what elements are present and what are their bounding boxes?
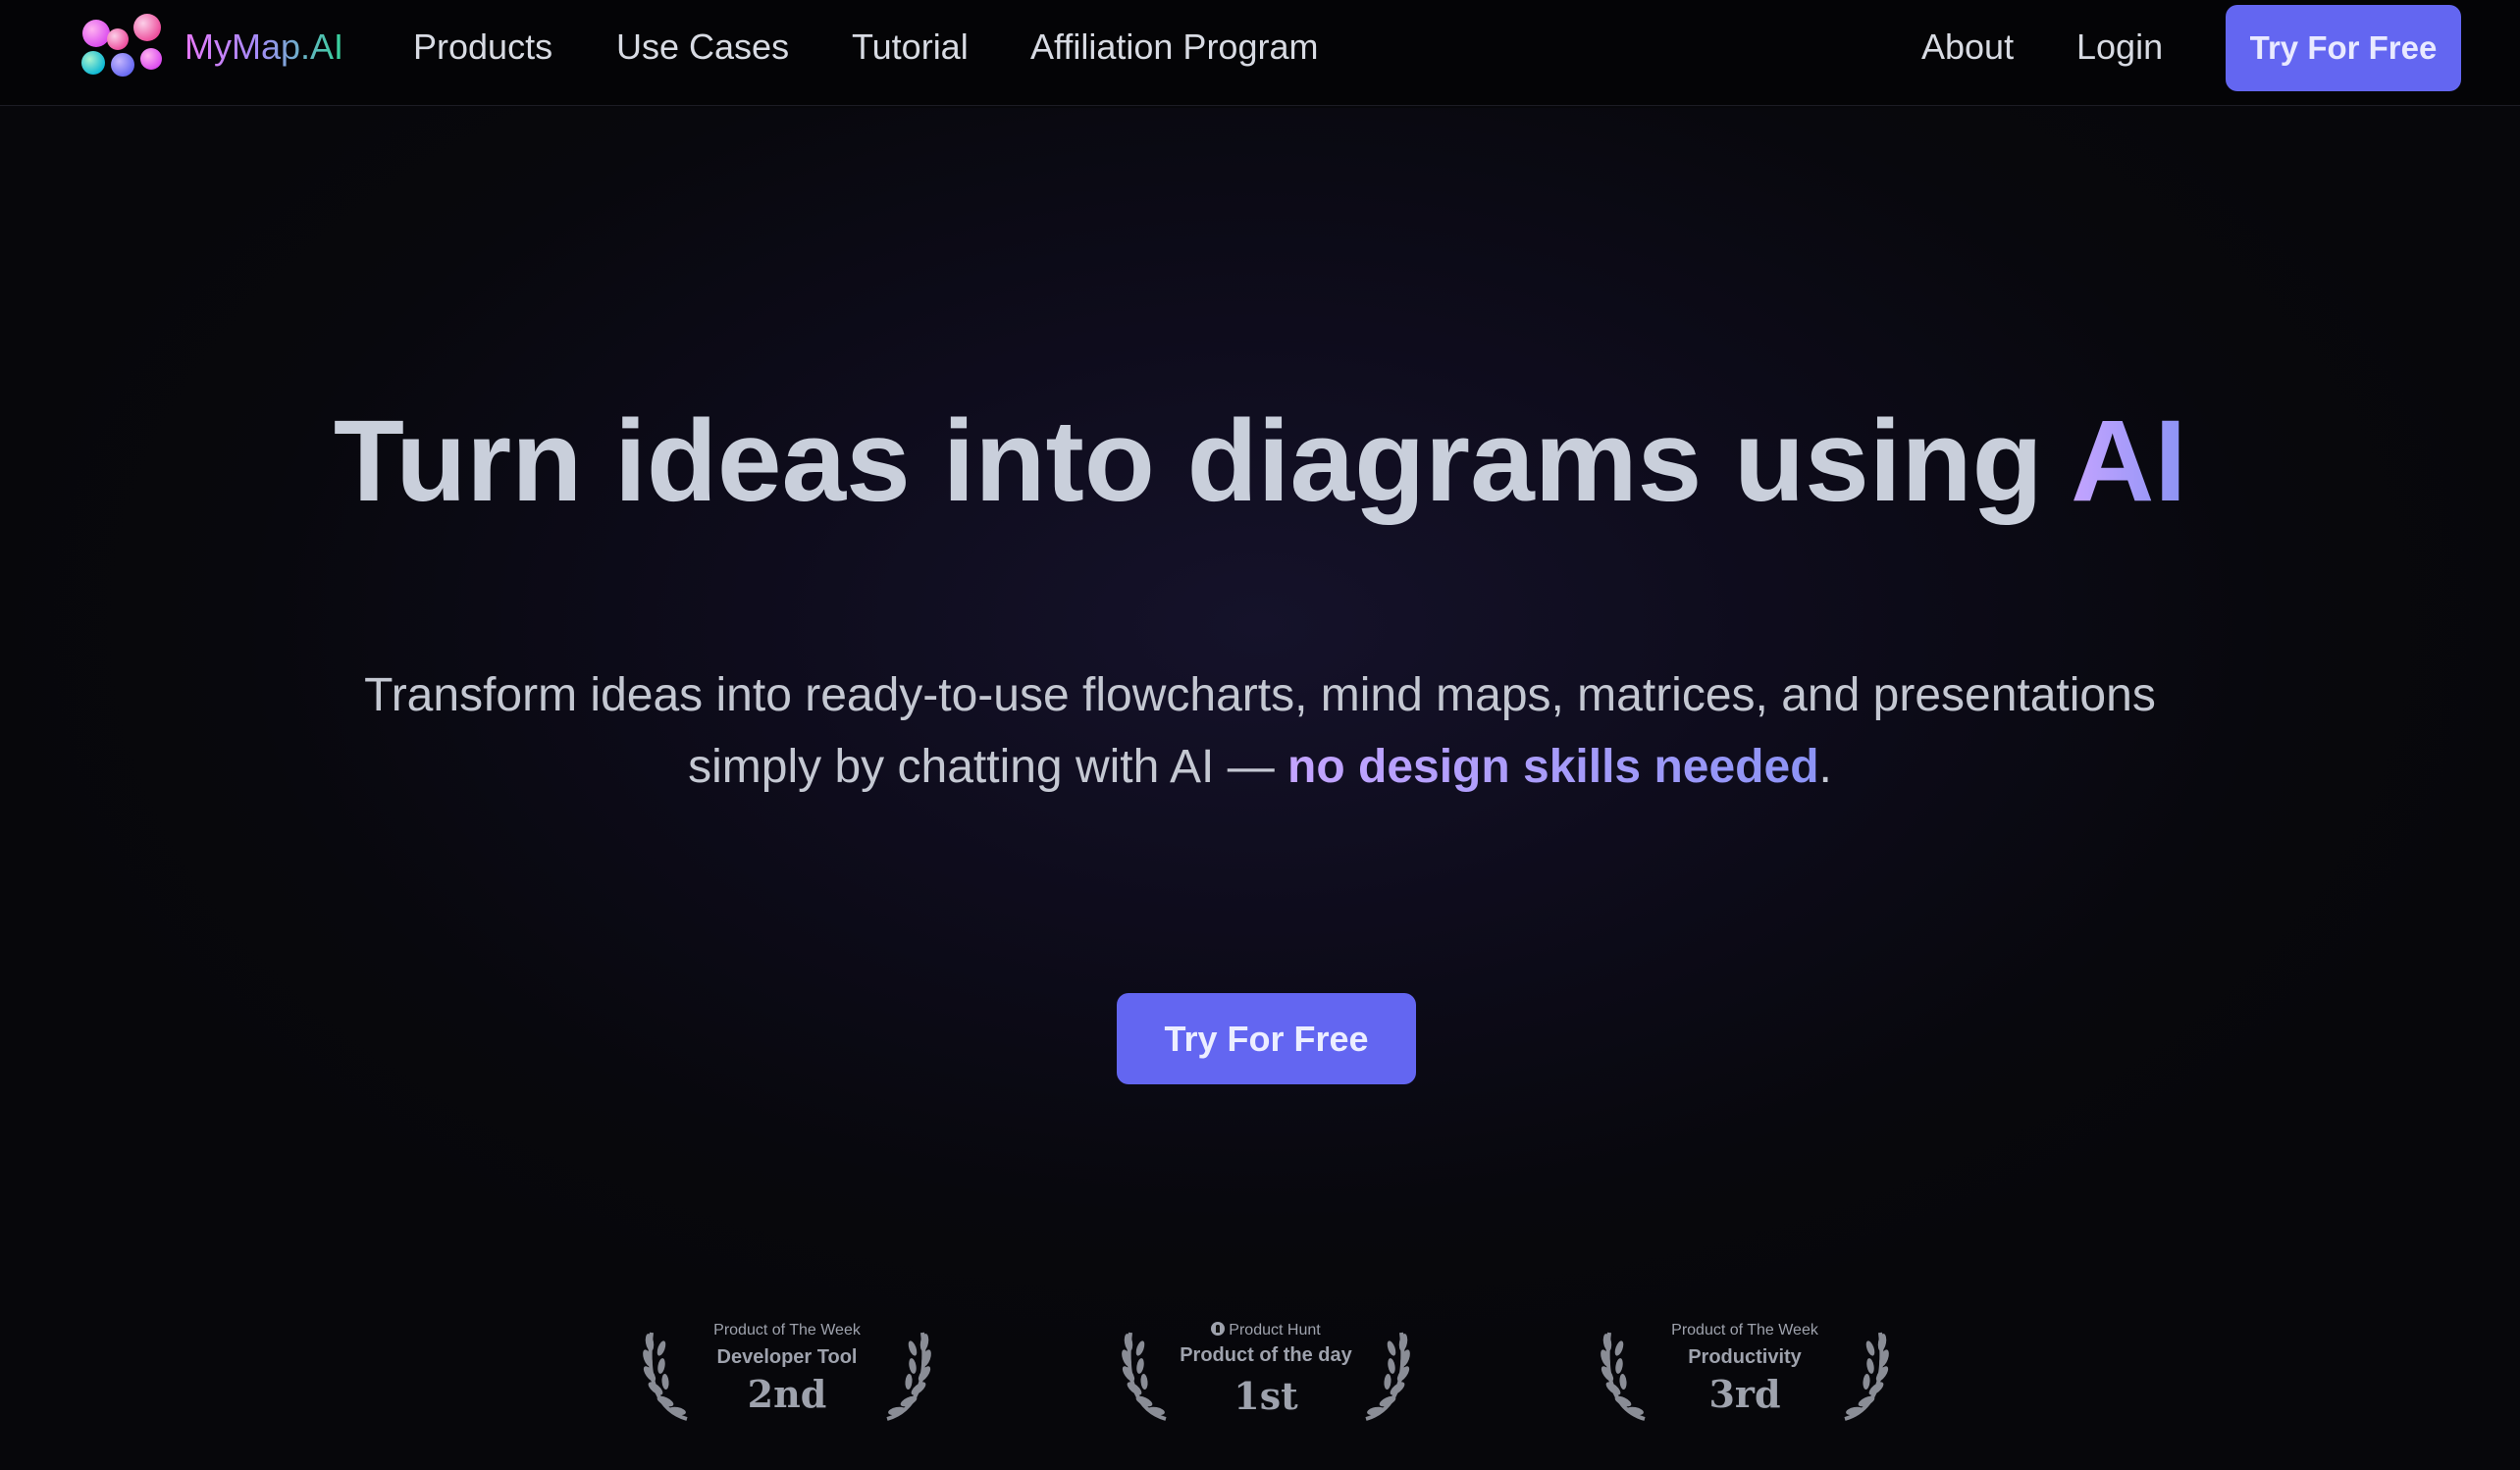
award-product-of-the-day[interactable]: Product Hunt Product of the day 1st (1119, 1315, 1413, 1433)
hero-subtitle: Transform ideas into ready-to-use flowch… (0, 659, 2520, 803)
nav-link-affiliation-program[interactable]: Affiliation Program (1030, 26, 1318, 69)
mymap-logo-icon[interactable] (79, 12, 167, 80)
hero-title: Turn ideas into diagrams using AI (0, 393, 2520, 530)
hero-subtitle-line1: Transform ideas into ready-to-use flowch… (364, 669, 2156, 721)
award-rank: 1st (1234, 1374, 1298, 1418)
award-rank: 2nd (747, 1372, 827, 1416)
nav-link-about[interactable]: About (1921, 26, 2014, 69)
hero-try-for-free-button[interactable]: Try For Free (1117, 993, 1416, 1084)
nav-link-tutorial[interactable]: Tutorial (852, 26, 969, 69)
award-title: Developer Tool (716, 1346, 858, 1368)
nav-try-for-free-button[interactable]: Try For Free (2226, 5, 2461, 91)
hero-title-main: Turn ideas into diagrams using (333, 396, 2072, 526)
laurel-left-icon (1601, 1332, 1646, 1421)
top-navigation: MyMap.AI Products Use Cases Tutorial Aff… (0, 0, 2520, 106)
award-title: Productivity (1688, 1346, 1802, 1368)
nav-link-use-cases[interactable]: Use Cases (616, 26, 789, 69)
award-title: Product of the day (1180, 1344, 1352, 1366)
award-label: Product of The Week (713, 1322, 861, 1339)
laurel-left-icon (643, 1332, 688, 1421)
laurel-left-icon (1122, 1332, 1167, 1421)
hero-subtitle-end: . (1818, 741, 1832, 793)
brand-name[interactable]: MyMap.AI (184, 26, 343, 69)
nav-link-products[interactable]: Products (413, 26, 552, 69)
award-productivity[interactable]: Product of The Week Productivity 3rd (1598, 1315, 1892, 1433)
laurel-right-icon (886, 1332, 931, 1421)
award-rank: 3rd (1708, 1372, 1781, 1416)
product-hunt-icon (1211, 1322, 1226, 1336)
hero-title-accent: AI (2071, 396, 2187, 526)
nav-link-login[interactable]: Login (2076, 26, 2163, 69)
award-label-text: Product Hunt (1229, 1322, 1321, 1339)
hero-subtitle-accent: no design skills needed (1287, 741, 1819, 793)
laurel-right-icon (1365, 1332, 1410, 1421)
hero-subtitle-line2: simply by chatting with AI — (688, 741, 1288, 793)
laurel-right-icon (1844, 1332, 1889, 1421)
award-label: Product of The Week (1671, 1322, 1818, 1339)
award-label: Product Hunt (1178, 1321, 1354, 1340)
award-developer-tool[interactable]: Product of The Week Developer Tool 2nd (640, 1315, 934, 1433)
